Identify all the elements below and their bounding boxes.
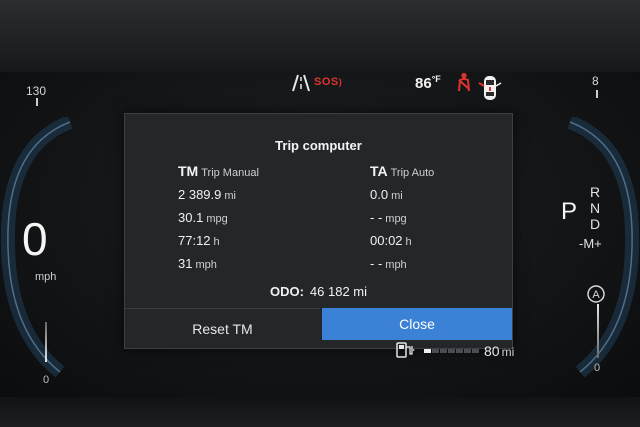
tm-time: 77:12 h bbox=[178, 233, 220, 248]
gear-current: P bbox=[561, 198, 578, 225]
fuel-segment bbox=[432, 349, 439, 353]
tm-economy: 30.1 mpg bbox=[178, 210, 228, 225]
gear-scale-tick bbox=[596, 90, 598, 98]
speed-unit: mph bbox=[35, 271, 57, 283]
tm-distance: 2 389.9 mi bbox=[178, 187, 236, 202]
speedometer-arc bbox=[0, 117, 73, 377]
fuel-segment bbox=[464, 349, 471, 353]
fuel-segment bbox=[440, 349, 447, 353]
car-door-icon bbox=[478, 76, 502, 100]
speed-value: 0 bbox=[22, 213, 48, 265]
ta-avg-speed: - - mph bbox=[370, 256, 407, 271]
close-button[interactable]: Close bbox=[322, 308, 512, 340]
trip-auto-header: TA Trip Auto bbox=[370, 163, 434, 181]
instrument-cluster-screen: 130 8 SOS) 86°F 0 mph 0 P R N D -M+ A 0 … bbox=[0, 72, 640, 397]
fuel-range: 80 mi bbox=[484, 343, 515, 359]
fuel-segment bbox=[448, 349, 455, 353]
auto-start-stop-icon: A bbox=[587, 285, 605, 303]
fuel-segment bbox=[424, 349, 431, 353]
ta-time: 00:02 h bbox=[370, 233, 412, 248]
speed-scale-tick bbox=[36, 98, 38, 106]
gear-needle bbox=[597, 304, 599, 358]
fuel-segment bbox=[456, 349, 463, 353]
tm-avg-speed: 31 mph bbox=[178, 256, 217, 271]
gear-options: R N D bbox=[590, 184, 600, 232]
speed-needle bbox=[45, 322, 47, 362]
status-bar: 130 8 SOS) 86°F bbox=[0, 72, 640, 106]
tm-abbr: TM bbox=[178, 163, 199, 179]
sos-icon: SOS) bbox=[314, 76, 343, 88]
gear-option-r: R bbox=[590, 184, 601, 200]
reset-tm-button[interactable]: Reset TM bbox=[125, 308, 320, 348]
tm-name: Trip Manual bbox=[201, 167, 259, 179]
seatbelt-warning-icon bbox=[458, 72, 470, 92]
gear-manual-mode: -M+ bbox=[579, 236, 602, 251]
odometer-label: ODO: bbox=[269, 284, 304, 299]
fuel-pump-icon bbox=[396, 342, 415, 358]
ta-name: Trip Auto bbox=[390, 167, 435, 179]
cluster-bezel-top bbox=[0, 0, 640, 72]
fuel-segment bbox=[472, 349, 479, 353]
dialog-title: Trip computer bbox=[275, 138, 362, 153]
gear-gauge-arc bbox=[567, 117, 640, 377]
odometer-value: 46 182 mi bbox=[309, 284, 368, 299]
ta-distance: 0.0 mi bbox=[370, 187, 403, 202]
lane-assist-icon bbox=[292, 74, 310, 92]
ta-abbr: TA bbox=[370, 163, 388, 179]
odometer: ODO: 46 182 mi bbox=[125, 284, 512, 299]
ta-economy: - - mpg bbox=[370, 210, 407, 225]
trip-manual-header: TM Trip Manual bbox=[178, 163, 259, 181]
gear-option-d: D bbox=[590, 216, 601, 232]
gear-option-n: N bbox=[590, 200, 601, 216]
speed-scale-min: 0 bbox=[43, 374, 50, 386]
speed-scale-max: 130 bbox=[26, 84, 47, 98]
trip-computer-dialog: Trip computer TM Trip Manual TA Trip Auto … bbox=[124, 113, 513, 349]
gear-scale-min: 0 bbox=[594, 362, 601, 374]
fuel-level-bar bbox=[424, 349, 480, 353]
outside-temperature: 86°F bbox=[415, 74, 441, 92]
drive-mode-label: A bbox=[592, 289, 600, 301]
gear-scale-top: 8 bbox=[592, 74, 599, 88]
cluster-bezel-bottom bbox=[0, 397, 640, 427]
